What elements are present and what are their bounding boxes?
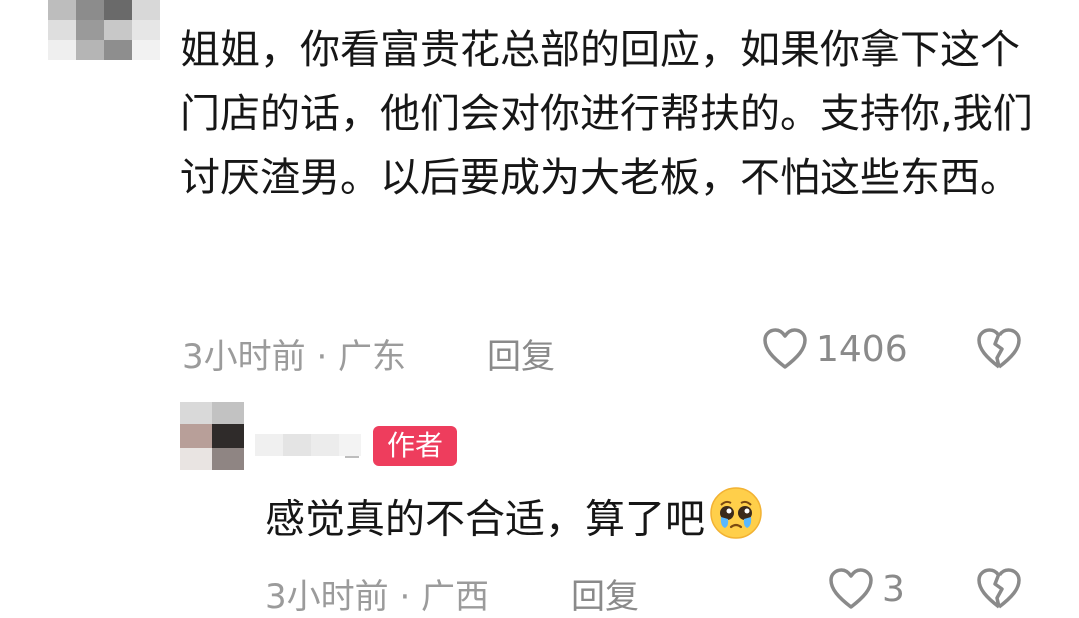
comment-dislike-button[interactable] xyxy=(975,327,1023,375)
author-avatar[interactable] xyxy=(180,402,244,470)
comment-like-button[interactable]: 1406 xyxy=(762,327,908,371)
author-badge: 作者 xyxy=(373,426,457,466)
reply-reply-button[interactable]: 回复 xyxy=(571,569,639,618)
reply-like-button[interactable]: 3 xyxy=(828,567,905,611)
comment-text: 姐姐，你看富贵花总部的回应，如果你拿下这个门店的话，他们会对你进行帮扶的。支持你… xyxy=(180,27,1033,201)
comment-time-location: 3小时前 · 广东 xyxy=(182,337,407,377)
author-name[interactable] xyxy=(255,430,365,460)
reply-dislike-button[interactable] xyxy=(975,567,1023,615)
pleading-face-emoji-icon xyxy=(709,486,763,557)
comment-like-count: 1406 xyxy=(816,328,908,370)
heart-outline-icon xyxy=(829,568,873,609)
broken-heart-icon xyxy=(977,568,1021,609)
broken-heart-icon xyxy=(977,328,1021,369)
reply-like-count: 3 xyxy=(882,568,905,610)
reply-time-location: 3小时前 · 广西 xyxy=(265,577,490,617)
reply-content: 感觉真的不合适，算了吧 xyxy=(265,486,763,557)
heart-outline-icon xyxy=(763,328,807,369)
comment-reply-button[interactable]: 回复 xyxy=(487,329,555,378)
reply-text: 感觉真的不合适，算了吧 xyxy=(265,496,705,543)
commenter-avatar[interactable] xyxy=(48,0,160,60)
